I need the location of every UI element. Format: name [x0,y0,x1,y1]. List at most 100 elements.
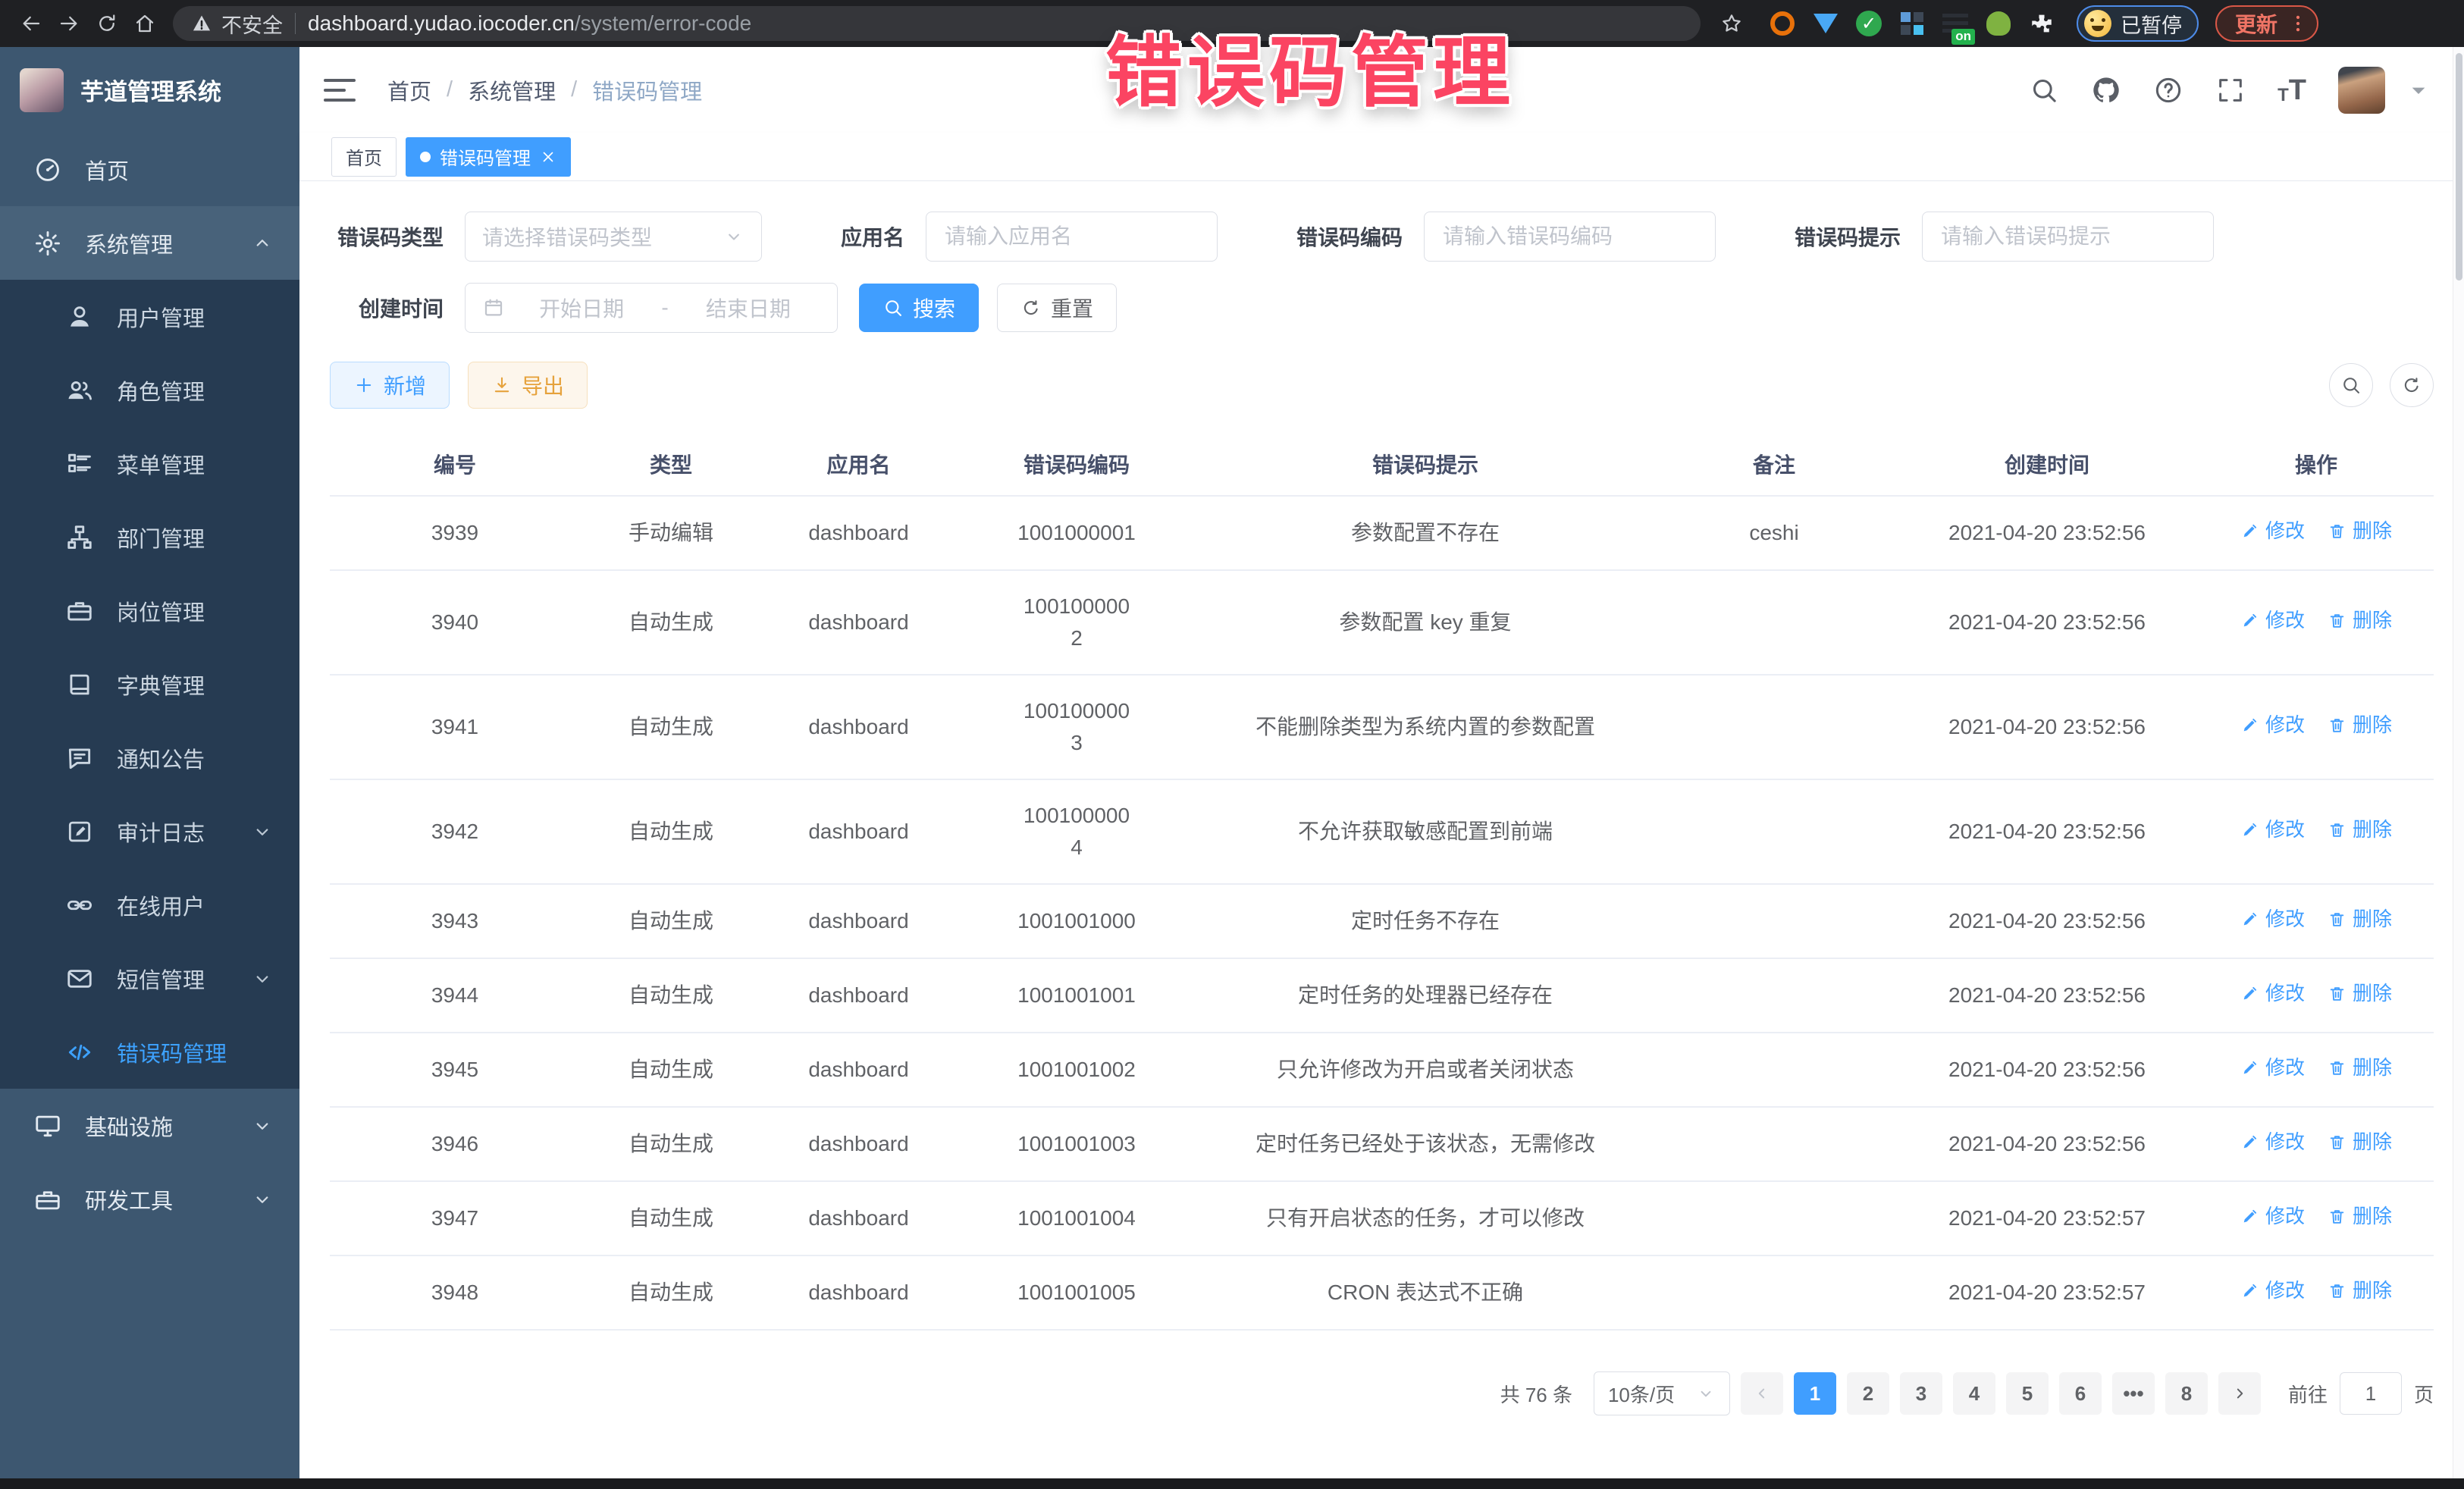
sidebar-item-sms[interactable]: 短信管理 [0,942,299,1015]
delete-link[interactable]: 删除 [2328,516,2392,546]
page-button-3[interactable]: 3 [1900,1372,1942,1415]
edit-link[interactable]: 修改 [2240,1276,2305,1306]
page-button-1[interactable]: 1 [1794,1372,1836,1415]
breadcrumb-item[interactable]: 首页 [387,74,431,106]
book-icon [65,670,94,699]
toggle-search-button[interactable] [2329,363,2373,407]
reload-button[interactable] [89,6,124,41]
sidebar-item-errcode[interactable]: 错误码管理 [0,1015,299,1089]
search-button[interactable]: 搜索 [859,284,979,332]
trash-icon [2328,716,2346,735]
extension-orange-icon[interactable] [1767,8,1798,39]
page-ellipsis[interactable]: ••• [2112,1372,2155,1415]
trash-icon [2328,910,2346,929]
sidebar-item-notice[interactable]: 通知公告 [0,721,299,795]
filter-errcode-code: 错误码编码 [1296,212,1716,262]
delete-link[interactable]: 删除 [2328,606,2392,635]
tag-错误码管理[interactable]: 错误码管理 [406,137,571,177]
help-icon[interactable] [2153,75,2183,105]
delete-link[interactable]: 删除 [2328,979,2392,1008]
extension-grid-icon[interactable] [1897,8,1927,39]
edit-link[interactable]: 修改 [2240,815,2305,845]
sidebar-logo-row[interactable]: 芋道管理系统 [0,47,299,133]
github-icon[interactable] [2091,75,2121,105]
extension-check-icon[interactable]: ✓ [1854,8,1884,39]
edit-link[interactable]: 修改 [2240,710,2305,740]
edit-icon [65,817,94,846]
sidebar-item-user[interactable]: 用户管理 [0,280,299,353]
forward-button[interactable] [52,6,86,41]
browser-update-button[interactable]: 更新 [2215,5,2318,42]
vertical-scrollbar[interactable] [2453,47,2464,1478]
sidebar-item-menu[interactable]: 菜单管理 [0,427,299,500]
delete-link[interactable]: 删除 [2328,815,2392,845]
page-button-2[interactable]: 2 [1847,1372,1889,1415]
delete-link[interactable]: 删除 [2328,1202,2392,1231]
add-button[interactable]: 新增 [330,362,450,409]
sidebar-item-dept[interactable]: 部门管理 [0,500,299,574]
chevron-down-icon [251,820,274,843]
sidebar-item-role[interactable]: 角色管理 [0,353,299,427]
tag-首页[interactable]: 首页 [331,137,397,177]
sidebar-toggle-button[interactable] [324,76,356,105]
sidebar-item-dict[interactable]: 字典管理 [0,647,299,721]
delete-link[interactable]: 删除 [2328,1127,2392,1157]
errcode-code-input[interactable] [1424,212,1716,262]
delete-link[interactable]: 删除 [2328,904,2392,934]
breadcrumb-item[interactable]: 系统管理 [468,74,556,106]
sidebar-item-post[interactable]: 岗位管理 [0,574,299,647]
prev-page-button[interactable] [1741,1372,1783,1415]
cell-app: dashboard [762,796,955,867]
caret-down-icon[interactable] [2403,75,2434,105]
profile-paused-badge[interactable]: 已暂停 [2077,5,2199,42]
sidebar-item-online[interactable]: 在线用户 [0,868,299,942]
page-button-8[interactable]: 8 [2165,1372,2208,1415]
sidebar-item-infra[interactable]: 基础设施 [0,1089,299,1162]
page-button-6[interactable]: 6 [2059,1372,2102,1415]
edit-link[interactable]: 修改 [2240,1127,2305,1157]
table-row: 3943自动生成dashboard1001001000定时任务不存在2021-0… [330,885,2434,959]
home-button[interactable] [127,6,162,41]
bookmark-button[interactable] [1714,6,1749,41]
edit-link[interactable]: 修改 [2240,979,2305,1008]
page-button-4[interactable]: 4 [1953,1372,1995,1415]
errcode-hint-input[interactable] [1922,212,2214,262]
back-button[interactable] [14,6,49,41]
reset-button[interactable]: 重置 [997,284,1117,332]
page-button-5[interactable]: 5 [2006,1372,2049,1415]
sidebar-item-audit[interactable]: 审计日志 [0,795,299,868]
date-range-picker[interactable]: 开始日期 - 结束日期 [465,283,838,333]
cell-actions: 修改删除 [2199,795,2434,868]
errcode-type-select[interactable]: 请选择错误码类型 [465,212,762,262]
user-avatar[interactable] [2338,67,2385,114]
edit-link[interactable]: 修改 [2240,1053,2305,1083]
security-indicator[interactable]: 不安全 [191,9,283,39]
edit-link[interactable]: 修改 [2240,904,2305,934]
cell-actions: 修改删除 [2199,691,2434,763]
sidebar-item-tools[interactable]: 研发工具 [0,1162,299,1236]
delete-link[interactable]: 删除 [2328,710,2392,740]
font-size-icon[interactable]: TT [2277,76,2306,105]
app-name-input[interactable] [926,212,1218,262]
header-search-icon[interactable] [2029,75,2059,105]
extension-key-icon[interactable] [1983,8,2014,39]
edit-link[interactable]: 修改 [2240,606,2305,635]
sidebar-menu: 首页系统管理用户管理角色管理菜单管理部门管理岗位管理字典管理通知公告审计日志在线… [0,133,299,1236]
delete-link[interactable]: 删除 [2328,1276,2392,1306]
export-button[interactable]: 导出 [468,362,588,409]
delete-link[interactable]: 删除 [2328,1053,2392,1083]
refresh-table-button[interactable] [2390,363,2434,407]
fullscreen-icon[interactable] [2215,75,2246,105]
sidebar-item-home[interactable]: 首页 [0,133,299,206]
edit-link[interactable]: 修改 [2240,1202,2305,1231]
edit-link[interactable]: 修改 [2240,516,2305,546]
scrollbar-thumb[interactable] [2456,53,2462,281]
extensions-puzzle-icon[interactable] [2027,8,2057,39]
page-size-select[interactable]: 10条/页 [1594,1371,1730,1415]
extension-list-icon[interactable]: on [1940,8,1970,39]
goto-page-input[interactable] [2340,1372,2402,1415]
extension-gem-icon[interactable] [1810,8,1841,39]
sidebar-item-system[interactable]: 系统管理 [0,206,299,280]
next-page-button[interactable] [2218,1372,2261,1415]
tree-icon [65,523,94,552]
